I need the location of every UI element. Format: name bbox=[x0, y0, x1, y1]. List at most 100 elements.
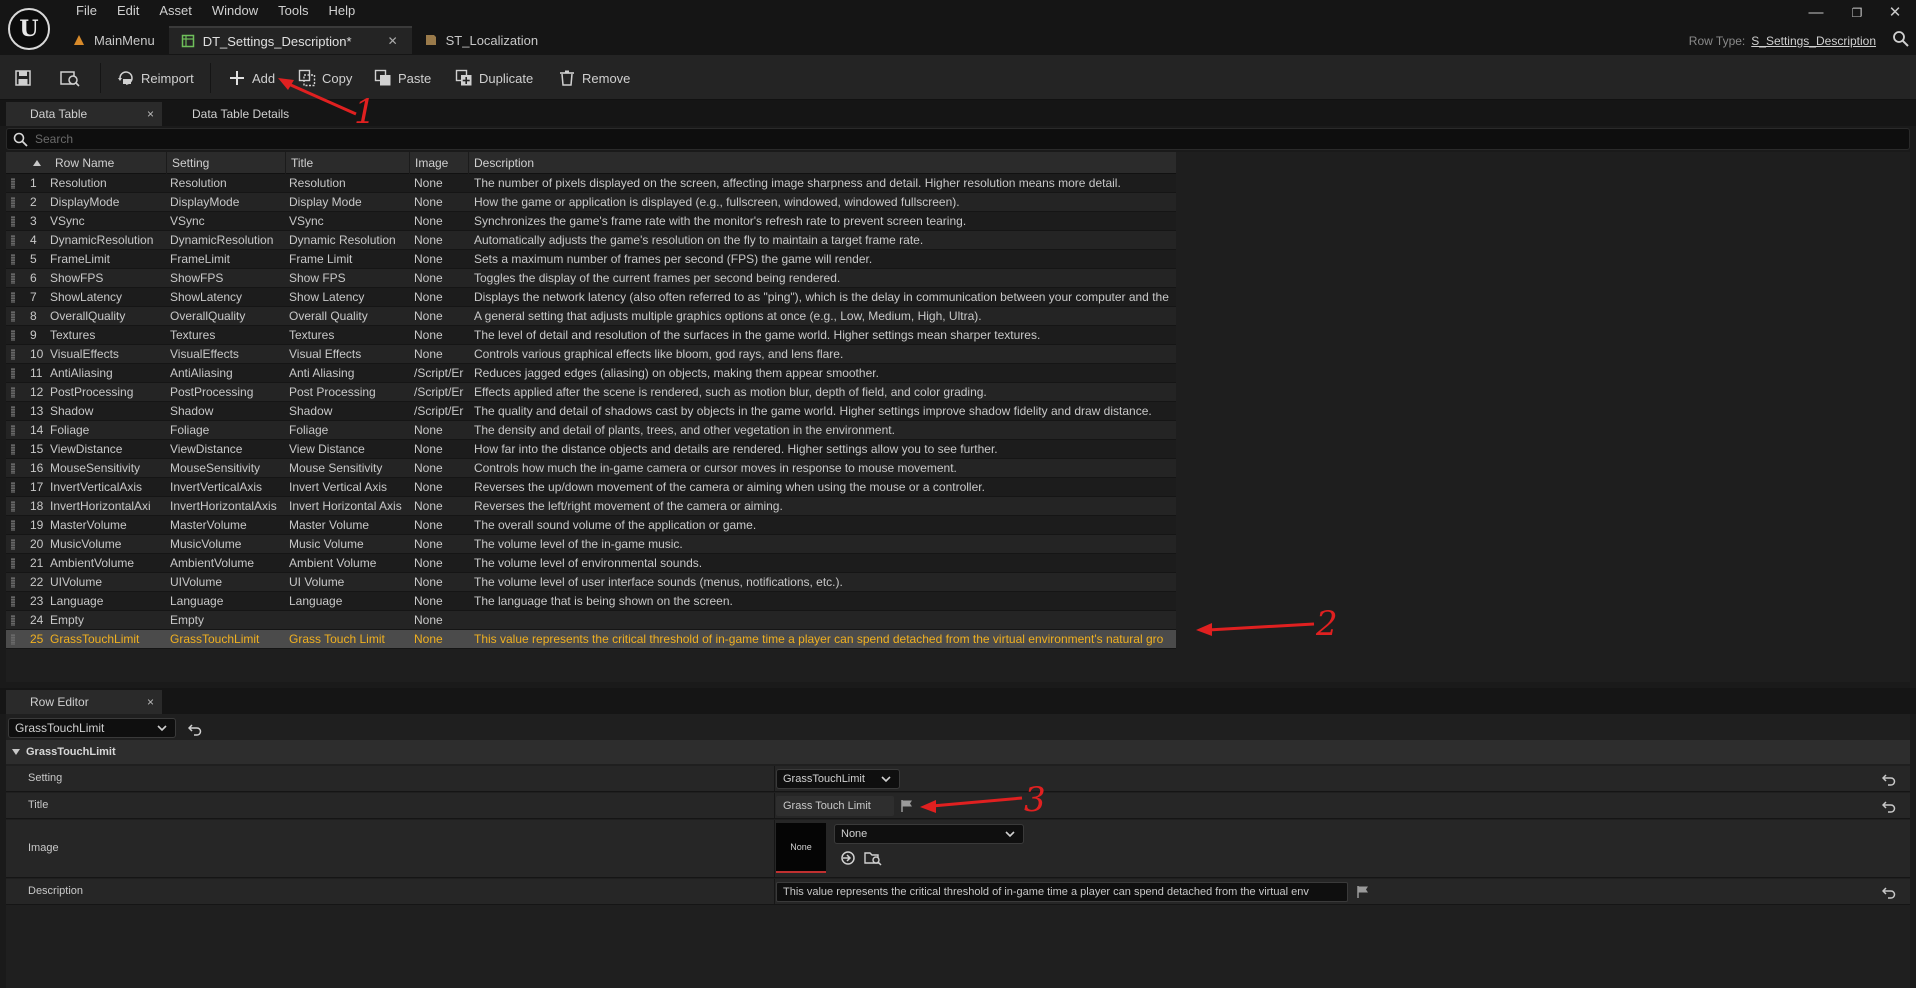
table-row[interactable]: 2 DisplayMode DisplayMode Display Mode None H… bbox=[6, 193, 1176, 212]
table-row[interactable]: 23 Language Language Language None The langua… bbox=[6, 592, 1176, 611]
table-row[interactable]: 20 MusicVolume MusicVolume Music Volume None… bbox=[6, 535, 1176, 554]
drag-handle-icon[interactable] bbox=[11, 577, 15, 588]
drag-handle-icon[interactable] bbox=[11, 596, 15, 607]
section-header[interactable]: GrassTouchLimit bbox=[6, 740, 1910, 764]
menu-edit[interactable]: Edit bbox=[107, 3, 149, 19]
drag-handle-icon[interactable] bbox=[11, 292, 15, 303]
menu-window[interactable]: Window bbox=[202, 3, 268, 19]
close-window-icon[interactable]: ✕ bbox=[1885, 5, 1905, 21]
paste-button[interactable]: Paste bbox=[374, 66, 431, 90]
drag-handle-icon[interactable] bbox=[11, 444, 15, 455]
drag-handle-icon[interactable] bbox=[11, 178, 15, 189]
reimport-button[interactable]: Reimport bbox=[117, 66, 194, 90]
menu-tools[interactable]: Tools bbox=[268, 3, 318, 19]
localization-flag-icon[interactable] bbox=[900, 799, 914, 813]
search-input[interactable] bbox=[33, 130, 1893, 148]
drag-handle-icon[interactable] bbox=[11, 482, 15, 493]
reset-to-default-icon[interactable] bbox=[1882, 885, 1896, 899]
table-row[interactable]: 1 Resolution Resolution Resolution None The n… bbox=[6, 174, 1176, 193]
drag-handle-icon[interactable] bbox=[11, 406, 15, 417]
minimize-icon[interactable]: — bbox=[1806, 5, 1826, 21]
duplicate-button[interactable]: Duplicate bbox=[455, 66, 533, 90]
menu-asset[interactable]: Asset bbox=[149, 3, 202, 19]
table-row[interactable]: 12 PostProcessing PostProcessing Post Proce… bbox=[6, 383, 1176, 402]
drag-handle-icon[interactable] bbox=[11, 368, 15, 379]
column-header-description[interactable]: Description bbox=[468, 152, 1176, 174]
tab-row-editor[interactable]: Row Editor × bbox=[6, 690, 162, 714]
table-row[interactable]: 11 AntiAliasing AntiAliasing Anti Aliasing /… bbox=[6, 364, 1176, 383]
tab-st-localization[interactable]: ST_Localization bbox=[412, 26, 553, 54]
column-header-image[interactable]: Image bbox=[409, 152, 468, 174]
drag-handle-icon[interactable] bbox=[11, 520, 15, 531]
drag-handle-icon[interactable] bbox=[11, 216, 15, 227]
reset-to-default-icon[interactable] bbox=[1882, 799, 1896, 813]
drag-handle-icon[interactable] bbox=[11, 311, 15, 322]
table-row[interactable]: 24 Empty Empty None bbox=[6, 611, 1176, 630]
table-row[interactable]: 8 OverallQuality OverallQuality Overall Qua… bbox=[6, 307, 1176, 326]
image-cell: None bbox=[414, 252, 443, 266]
close-tab-icon[interactable]: ✕ bbox=[388, 34, 398, 48]
drag-handle-icon[interactable] bbox=[11, 273, 15, 284]
table-row[interactable]: 25 GrassTouchLimit GrassTouchLimit Grass To… bbox=[6, 630, 1176, 649]
table-row[interactable]: 7 ShowLatency ShowLatency Show Latency None D… bbox=[6, 288, 1176, 307]
setting-dropdown[interactable]: GrassTouchLimit bbox=[776, 769, 900, 789]
drag-handle-icon[interactable] bbox=[11, 254, 15, 265]
close-tab-icon[interactable]: × bbox=[147, 695, 154, 709]
column-header-title[interactable]: Title bbox=[285, 152, 409, 174]
description-text-field[interactable]: This value represents the critical thres… bbox=[776, 882, 1348, 902]
table-row[interactable]: 17 InvertVerticalAxis InvertVerticalAxis In… bbox=[6, 478, 1176, 497]
drag-handle-icon[interactable] bbox=[11, 558, 15, 569]
column-header-row-name[interactable]: Row Name bbox=[50, 152, 170, 174]
table-row[interactable]: 10 VisualEffects VisualEffects Visual Effec… bbox=[6, 345, 1176, 364]
table-row[interactable]: 5 FrameLimit FrameLimit Frame Limit None Sets… bbox=[6, 250, 1176, 269]
table-row[interactable]: 3 VSync VSync VSync None Synchronizes the gam… bbox=[6, 212, 1176, 231]
drag-handle-icon[interactable] bbox=[11, 330, 15, 341]
save-icon[interactable] bbox=[14, 66, 32, 90]
restore-icon[interactable]: ❐ bbox=[1847, 5, 1867, 21]
table-row[interactable]: 19 MasterVolume MasterVolume Master Volume N… bbox=[6, 516, 1176, 535]
drag-handle-icon[interactable] bbox=[11, 235, 15, 246]
tab-dt-settings-description[interactable]: DT_Settings_Description* ✕ bbox=[168, 26, 412, 54]
drag-handle-icon[interactable] bbox=[11, 501, 15, 512]
tab-mainmenu[interactable]: MainMenu bbox=[60, 26, 169, 54]
table-row[interactable]: 9 Textures Textures Textures None The level o… bbox=[6, 326, 1176, 345]
row-selector-dropdown[interactable]: GrassTouchLimit bbox=[8, 718, 176, 738]
column-header-setting[interactable]: Setting bbox=[166, 152, 285, 174]
tab-data-table[interactable]: Data Table × bbox=[6, 102, 162, 126]
drag-handle-icon[interactable] bbox=[11, 349, 15, 360]
annotation-arrow-3 bbox=[920, 796, 1023, 813]
drag-handle-icon[interactable] bbox=[11, 197, 15, 208]
remove-button[interactable]: Remove bbox=[558, 66, 630, 90]
menu-help[interactable]: Help bbox=[318, 3, 365, 19]
use-selected-asset-icon[interactable] bbox=[840, 850, 856, 866]
image-thumbnail[interactable]: None bbox=[776, 823, 826, 873]
table-row[interactable]: 15 ViewDistance ViewDistance View Distance N… bbox=[6, 440, 1176, 459]
drag-handle-icon[interactable] bbox=[11, 387, 15, 398]
drag-handle-icon[interactable] bbox=[11, 539, 15, 550]
sort-column[interactable] bbox=[6, 152, 50, 174]
menu-file[interactable]: File bbox=[66, 3, 107, 19]
table-row[interactable]: 16 MouseSensitivity MouseSensitivity Mouse … bbox=[6, 459, 1176, 478]
table-row[interactable]: 14 Foliage Foliage Foliage None The density a… bbox=[6, 421, 1176, 440]
table-row[interactable]: 4 DynamicResolution DynamicResolution Dynam… bbox=[6, 231, 1176, 250]
table-row[interactable]: 21 AmbientVolume AmbientVolume Ambient Volu… bbox=[6, 554, 1176, 573]
close-tab-icon[interactable]: × bbox=[147, 107, 154, 121]
table-row[interactable]: 6 ShowFPS ShowFPS Show FPS None Toggles the d… bbox=[6, 269, 1176, 288]
table-row[interactable]: 13 Shadow Shadow Shadow/Script/Er The qualit… bbox=[6, 402, 1176, 421]
drag-handle-icon[interactable] bbox=[11, 634, 15, 645]
image-asset-picker[interactable]: None bbox=[834, 824, 1024, 844]
row-type-value[interactable]: S_Settings_Description bbox=[1751, 34, 1876, 48]
drag-handle-icon[interactable] bbox=[11, 615, 15, 626]
reset-row-icon[interactable] bbox=[188, 722, 202, 736]
search-icon[interactable] bbox=[1892, 30, 1910, 48]
table-row[interactable]: 18 InvertHorizontalAxi InvertHorizontalAxi… bbox=[6, 497, 1176, 516]
browse-asset-icon[interactable] bbox=[864, 850, 882, 866]
drag-handle-icon[interactable] bbox=[11, 425, 15, 436]
browse-asset-icon[interactable] bbox=[60, 66, 80, 90]
drag-handle-icon[interactable] bbox=[11, 463, 15, 474]
add-button[interactable]: Add bbox=[228, 66, 275, 90]
localization-flag-icon[interactable] bbox=[1356, 885, 1370, 899]
table-row[interactable]: 22 UIVolume UIVolume UI Volume None The volum… bbox=[6, 573, 1176, 592]
reset-to-default-icon[interactable] bbox=[1882, 772, 1896, 786]
title-text-field[interactable]: Grass Touch Limit bbox=[776, 796, 894, 816]
